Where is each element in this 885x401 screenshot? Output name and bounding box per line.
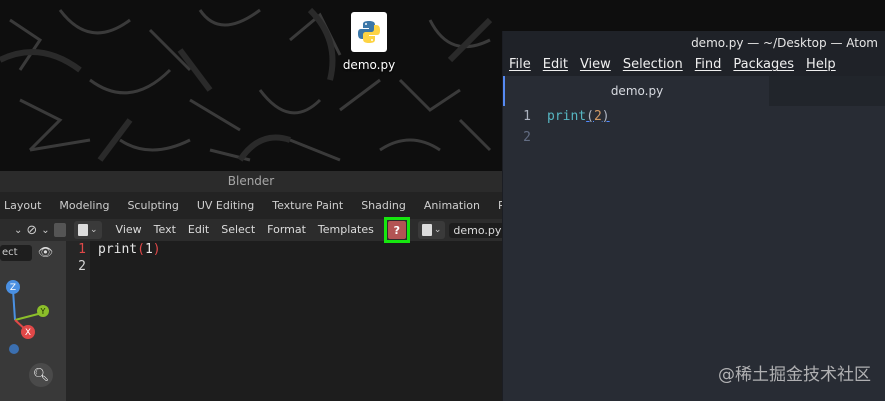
highlight-box: ? [383, 217, 410, 243]
tab-sculpting[interactable]: Sculpting [118, 192, 187, 219]
menu-selection[interactable]: Selection [617, 57, 689, 72]
code-area[interactable]: print(1) [98, 241, 161, 258]
code-open-paren: ( [586, 109, 594, 124]
x-axis-label: X [25, 328, 31, 338]
code-close-paren: ) [152, 242, 161, 257]
python-file-icon [351, 12, 387, 52]
chevron-down-icon[interactable]: ⌄ [41, 225, 49, 236]
atom-titlebar: demo.py — ~/Desktop — Atom [503, 31, 885, 53]
menu-view[interactable]: View [110, 219, 148, 241]
tab-texture-paint[interactable]: Texture Paint [263, 192, 352, 219]
tab-modeling[interactable]: Modeling [50, 192, 118, 219]
question-book-icon: ? [393, 223, 401, 237]
menu-edit[interactable]: Edit [537, 57, 574, 72]
chevron-down-icon: ⌄ [90, 225, 98, 235]
code-keyword: print [547, 109, 587, 124]
blender-window: Blender Layout Modeling Sculpting UV Edi… [0, 171, 502, 401]
tab-animation[interactable]: Animation [415, 192, 489, 219]
text-editor-header: ⌄ View Text Edit Select Format Templates… [66, 217, 502, 243]
menu-edit[interactable]: Edit [182, 219, 215, 241]
text-editor-icon [78, 224, 88, 236]
line-number: 2 [523, 130, 531, 145]
menu-packages[interactable]: Packages [727, 57, 800, 72]
menu-templates[interactable]: Templates [312, 219, 380, 241]
magnifier-icon: 🔍︎ [32, 367, 50, 383]
chevron-down-icon: ⌄ [433, 225, 442, 235]
code-argument: 2 [593, 109, 602, 124]
zoom-button[interactable]: 🔍︎ [29, 363, 53, 387]
menu-help[interactable]: Help [800, 57, 842, 72]
code-open-paren: ( [137, 242, 145, 257]
desktop-file-label: demo.py [342, 58, 396, 72]
text-file-icon [421, 224, 432, 236]
desktop-file-demo-py[interactable]: demo.py [335, 12, 403, 72]
atom-window: demo.py — ~/Desktop — Atom File Edit Vie… [502, 31, 885, 401]
navigation-gizmo[interactable]: Z Y X [0, 265, 66, 365]
z-axis-label: Z [10, 283, 16, 293]
object-mode-dropdown[interactable]: ect [0, 245, 32, 261]
editor-type-dropdown[interactable]: ⌄ [74, 221, 102, 239]
blender-titlebar: Blender [0, 171, 502, 192]
tab-uv-editing[interactable]: UV Editing [188, 192, 263, 219]
line-number: 2 [78, 259, 86, 274]
code-argument: 1 [144, 242, 153, 257]
menu-text[interactable]: Text [148, 219, 182, 241]
menu-find[interactable]: Find [689, 57, 728, 72]
chevron-down-icon[interactable]: ⌄ [14, 225, 22, 236]
menu-view[interactable]: View [574, 57, 617, 72]
atom-menubar: File Edit View Selection Find Packages H… [503, 53, 885, 76]
watermark: @稀土掘金技术社区 [718, 365, 871, 385]
tab-demo-py[interactable]: demo.py [503, 76, 769, 106]
atom-code-area[interactable]: print(2) [547, 106, 610, 127]
text-datablock-dropdown[interactable]: ⌄ [417, 221, 446, 239]
menu-select[interactable]: Select [215, 219, 261, 241]
workspace-tabs: Layout Modeling Sculpting UV Editing Tex… [0, 192, 502, 219]
tab-layout[interactable]: Layout [0, 192, 50, 219]
y-axis-label: Y [40, 307, 46, 316]
line-number: 1 [78, 242, 86, 257]
text-editor: ⌄ View Text Edit Select Format Templates… [66, 217, 502, 401]
visibility-eye-icon[interactable]: 👁 [38, 245, 53, 259]
text-filename-field[interactable]: demo.py [449, 222, 502, 238]
line-number: 1 [523, 109, 531, 124]
menu-format[interactable]: Format [261, 219, 312, 241]
help-button[interactable]: ? [387, 221, 406, 239]
line-number-gutter: 1 2 [66, 241, 90, 401]
atom-gutter: 1 2 [503, 106, 537, 148]
code-keyword: print [98, 242, 138, 257]
3d-viewport[interactable]: ⌄ ⊘ ⌄ ect 👁 Z Y X 🔍︎ [0, 219, 66, 401]
atom-tab-bar: demo.py [503, 76, 885, 106]
viewport-header: ⌄ ⊘ ⌄ [0, 219, 66, 241]
proportional-edit-icon[interactable] [53, 223, 66, 237]
code-close-paren: ) [601, 109, 610, 124]
menu-file[interactable]: File [503, 57, 537, 72]
link-icon[interactable]: ⊘ [26, 223, 37, 238]
tab-rendering[interactable]: Rendering [489, 192, 502, 219]
tab-shading[interactable]: Shading [352, 192, 415, 219]
